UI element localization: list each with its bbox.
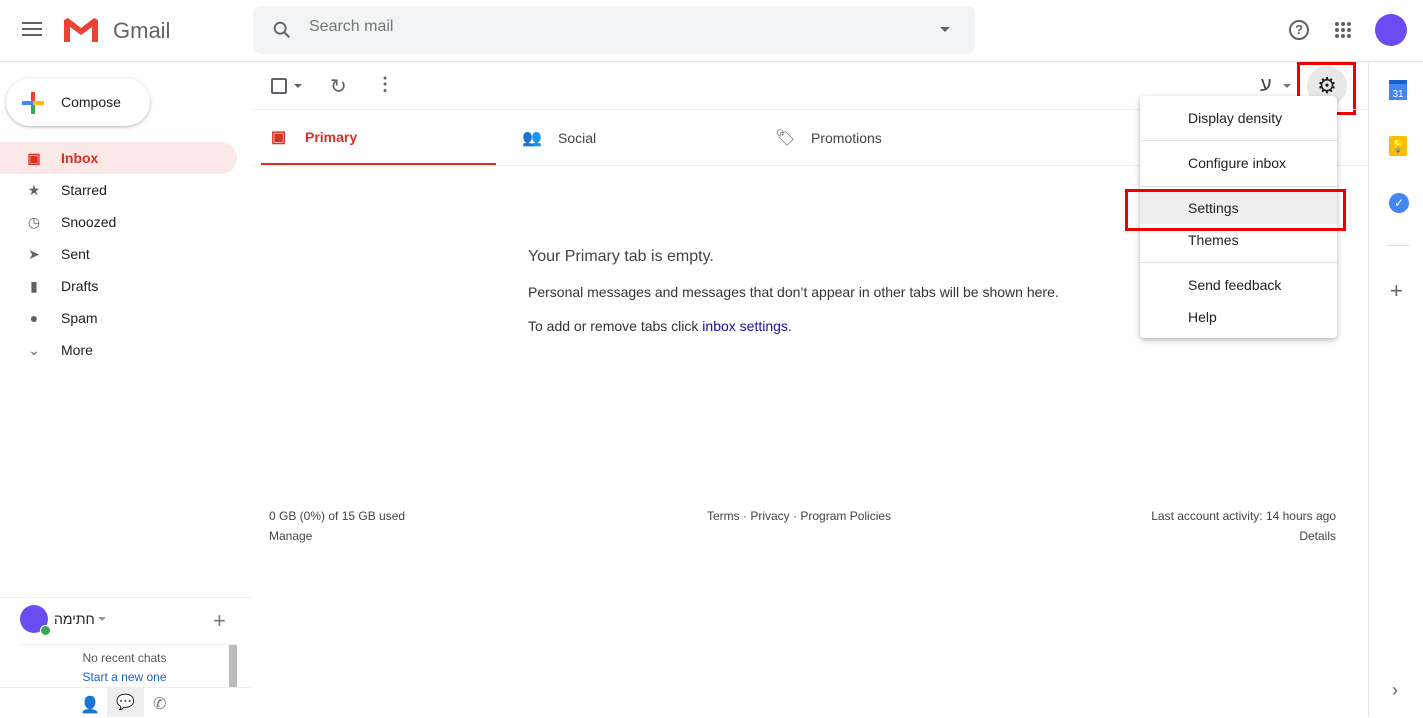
sidebar-item-starred[interactable]: ★Starred (0, 174, 237, 206)
chat-list-divider (20, 644, 237, 645)
expand-panel-chevron-icon[interactable]: › (1392, 680, 1398, 701)
tasks-icon[interactable]: ✓ (1389, 193, 1409, 213)
status-dropdown-icon[interactable] (98, 617, 106, 621)
no-recent-chats: No recent chats (20, 651, 229, 665)
menu-item-configure-inbox[interactable]: Configure inbox (1140, 147, 1337, 179)
side-panel-divider (1368, 62, 1369, 717)
plus-icon (20, 90, 46, 116)
send-icon: ➤ (24, 244, 44, 264)
inbox-icon: ▣ (271, 127, 286, 147)
tab-primary[interactable]: ▣Primary (261, 110, 496, 166)
chat-user-name[interactable]: חתימה (54, 611, 95, 627)
online-status-icon (40, 625, 51, 636)
sidebar-item-inbox[interactable]: ▣Inbox (0, 142, 237, 174)
menu-item-send-feedback[interactable]: Send feedback (1140, 269, 1337, 301)
menu-divider (1140, 186, 1337, 187)
get-addons-plus-icon[interactable]: + (1390, 278, 1403, 304)
sidebar-item-more[interactable]: ⌄More (0, 334, 237, 366)
phone-icon[interactable]: ✆ (153, 694, 166, 714)
chat-scrollbar[interactable] (229, 645, 237, 687)
tab-promotions[interactable]: 🏷Promotions (767, 110, 1002, 166)
header: Gmail ? (0, 0, 1423, 62)
search-bar (253, 6, 975, 54)
tag-icon: 🏷 (775, 128, 795, 148)
compose-button[interactable]: Compose (6, 78, 150, 126)
chevron-down-icon: ⌄ (24, 340, 44, 360)
privacy-link[interactable]: Privacy (750, 509, 789, 523)
clock-icon: ◷ (24, 212, 44, 232)
manage-storage-link[interactable]: Manage (269, 529, 312, 543)
hangouts-icon[interactable]: 💬 (107, 688, 144, 717)
star-icon: ★ (24, 180, 44, 200)
tab-social[interactable]: 👥Social (514, 110, 749, 166)
storage-usage: 0 GB (0%) of 15 GB used (269, 509, 405, 523)
search-icon[interactable] (271, 19, 293, 41)
input-tools-dropdown-icon[interactable] (1283, 84, 1291, 88)
side-panel-separator (1387, 245, 1409, 246)
keep-icon[interactable]: 💡 (1389, 136, 1407, 156)
sidebar-item-spam[interactable]: ●Spam (0, 302, 237, 334)
inbox-settings-link[interactable]: inbox settings (702, 318, 788, 334)
draft-icon: ▮ (24, 276, 44, 296)
select-dropdown-icon[interactable] (294, 84, 302, 88)
contacts-icon[interactable]: 👤 (80, 695, 100, 715)
details-link[interactable]: Details (1299, 529, 1336, 543)
refresh-icon[interactable]: ↻ (330, 74, 347, 99)
calendar-icon[interactable]: 31 (1389, 80, 1407, 100)
main-menu-icon[interactable] (22, 22, 42, 36)
input-tools-button[interactable]: ע (1260, 74, 1272, 97)
menu-item-help[interactable]: Help (1140, 301, 1337, 333)
sidebar-item-snoozed[interactable]: ◷Snoozed (0, 206, 237, 238)
empty-title: Your Primary tab is empty. (528, 248, 714, 266)
settings-highlight-box (1125, 189, 1346, 231)
gmail-logo-icon (62, 16, 100, 44)
sidebar-item-sent[interactable]: ➤Sent (0, 238, 237, 270)
spam-icon: ● (24, 308, 44, 328)
footer-links: Terms · Privacy · Program Policies (707, 509, 891, 523)
app-name: Gmail (113, 18, 170, 44)
empty-line1: Personal messages and messages that don’… (528, 284, 1059, 300)
more-options-icon[interactable]: ⋮ (376, 74, 394, 95)
empty-line2: To add or remove tabs click inbox settin… (528, 318, 792, 334)
menu-item-display-density[interactable]: Display density (1140, 102, 1337, 134)
menu-divider (1140, 262, 1337, 263)
chat-divider (0, 597, 253, 598)
start-new-chat-link[interactable]: Start a new one (20, 670, 229, 684)
last-activity: Last account activity: 14 hours ago (1151, 509, 1336, 523)
people-icon: 👥 (522, 128, 542, 148)
sidebar-item-drafts[interactable]: ▮Drafts (0, 270, 237, 302)
inbox-icon: ▣ (24, 148, 44, 168)
compose-label: Compose (61, 94, 121, 110)
select-all-checkbox[interactable] (271, 78, 287, 94)
apps-icon[interactable] (1335, 22, 1351, 38)
menu-divider (1140, 140, 1337, 141)
program-policies-link[interactable]: Program Policies (800, 509, 891, 523)
search-input[interactable] (309, 18, 909, 36)
account-avatar[interactable] (1375, 14, 1407, 46)
help-icon[interactable]: ? (1289, 20, 1309, 40)
terms-link[interactable]: Terms (707, 509, 740, 523)
new-chat-plus-icon[interactable]: + (213, 608, 226, 634)
search-options-icon[interactable] (940, 27, 950, 32)
